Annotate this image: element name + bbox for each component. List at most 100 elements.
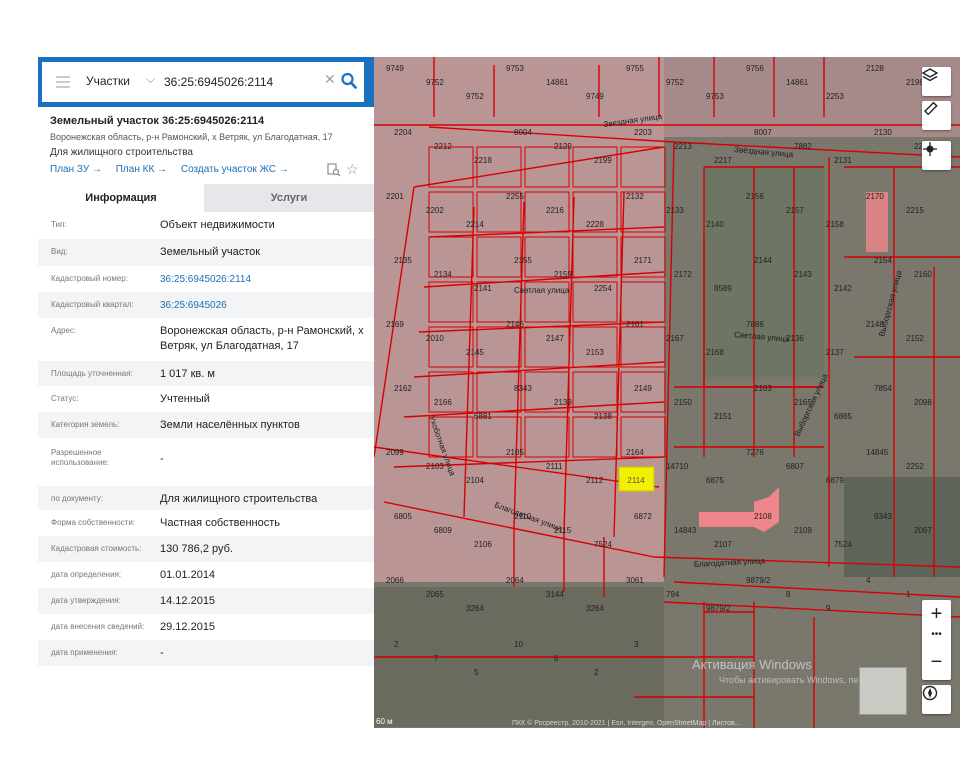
parcel-number-label: 2252 bbox=[906, 462, 924, 471]
parcel-number-label: 2144 bbox=[754, 256, 772, 265]
parcel-number-label: 794 bbox=[666, 590, 680, 599]
plan-kk-link[interactable]: План КК → bbox=[116, 164, 167, 175]
map-copyright: ПКК © Росреестр, 2010-2021 | Esri, Inter… bbox=[512, 720, 741, 727]
parcel-number-label: 2146 bbox=[506, 320, 524, 329]
star-icon[interactable]: ☆ bbox=[346, 161, 359, 178]
parcel-number-label: 2157 bbox=[786, 206, 804, 215]
ruler-icon[interactable] bbox=[922, 101, 951, 130]
info-row-value: Для жилищного строительства bbox=[160, 493, 318, 505]
parcel-number-label: 2155 bbox=[514, 256, 532, 265]
info-row: Категория земель: Земли населённых пункто… bbox=[38, 412, 374, 438]
parcel-number-label: 14861 bbox=[546, 78, 569, 87]
layer-select[interactable]: Участки bbox=[86, 74, 130, 88]
parcel-number-label: 2162 bbox=[394, 384, 412, 393]
search-icon[interactable] bbox=[341, 72, 357, 90]
parcel-number-label: 2214 bbox=[466, 220, 484, 229]
tab-bar: Информация Услуги bbox=[38, 184, 374, 212]
locate-icon[interactable] bbox=[922, 141, 951, 170]
parcel-number-label: 2154 bbox=[874, 256, 892, 265]
action-links: План ЗУ → План КК → Создать участок ЖС → bbox=[50, 164, 300, 175]
parcel-number-label: 9756 bbox=[746, 64, 764, 73]
parcel-number-label: 2106 bbox=[474, 540, 492, 549]
info-row-value[interactable]: 36:25:6945026 bbox=[160, 298, 370, 313]
tab-services[interactable]: Услуги bbox=[204, 184, 374, 212]
parcel-number-label: 2149 bbox=[634, 384, 652, 393]
info-row-label: Вид: bbox=[51, 247, 68, 256]
parcel-number-label: 2129 bbox=[554, 142, 572, 151]
parcel-number-label: 8589 bbox=[714, 284, 732, 293]
clear-icon[interactable]: ✕ bbox=[324, 71, 336, 88]
parcel-number-label: 2218 bbox=[474, 156, 492, 165]
info-row-label: дата определения: bbox=[51, 570, 122, 579]
parcel-number-label: 9749 bbox=[586, 92, 604, 101]
parcel-number-label: 2143 bbox=[794, 270, 812, 279]
zoom-out-icon[interactable]: − bbox=[922, 646, 951, 680]
selected-parcel-label: 2114 bbox=[627, 476, 645, 485]
parcel-number-label: 2203 bbox=[634, 128, 652, 137]
zoom-in-icon[interactable]: + bbox=[922, 600, 951, 630]
create-parcel-link[interactable]: Создать участок ЖС → bbox=[181, 164, 289, 175]
plan-zu-link[interactable]: План ЗУ → bbox=[50, 164, 102, 175]
info-row-value[interactable]: 36:25:6945026:2114 bbox=[160, 272, 370, 287]
parcel-address: Воронежская область, р-н Рамонский, х Ве… bbox=[50, 132, 333, 142]
parcel-title: Земельный участок 36:25:6945026:2114 bbox=[50, 115, 265, 127]
info-row-value: Земли населённых пунктов bbox=[160, 419, 300, 431]
parcel-number-label: 2105 bbox=[506, 448, 524, 457]
parcel-number-label: 2255 bbox=[506, 192, 524, 201]
compass-icon[interactable] bbox=[922, 685, 951, 714]
cadastral-map[interactable]: 2114 9749 9752 9752 9753 14861 9749 9755 9752 975… bbox=[374, 57, 960, 728]
parcel-number-label: 10 bbox=[514, 640, 523, 649]
document-search-icon[interactable] bbox=[327, 163, 341, 177]
parcel-number-label: 2204 bbox=[394, 128, 412, 137]
parcel-number-label: 2159 bbox=[554, 270, 572, 279]
parcel-number-label: 2151 bbox=[714, 412, 732, 421]
zoom-control: + ••• − bbox=[922, 600, 951, 680]
parcel-number-label: 2254 bbox=[594, 284, 612, 293]
info-row-value: 01.01.2014 bbox=[160, 569, 216, 581]
parcel-number-label: 9749 bbox=[386, 64, 404, 73]
parcel-number-label: 2164 bbox=[626, 448, 644, 457]
layers-icon[interactable] bbox=[922, 67, 951, 96]
info-row-label: Адрес: bbox=[51, 326, 77, 335]
info-row-value: Воронежская область, р-н Рамонский, х Ве… bbox=[160, 325, 364, 352]
parcel-number-label: 3 bbox=[634, 640, 639, 649]
parcel-number-label: 2133 bbox=[666, 206, 684, 215]
menu-icon[interactable] bbox=[56, 76, 70, 88]
parcel-purpose: Для жилищного строительства bbox=[50, 147, 193, 158]
parcel-number-label: 5 bbox=[474, 668, 479, 677]
parcel-number-label: 2161 bbox=[626, 320, 644, 329]
parcel-number-label: 2199 bbox=[594, 156, 612, 165]
parcel-number-label: 2228 bbox=[586, 220, 604, 229]
parcel-number-label: 2163 bbox=[754, 384, 772, 393]
parcel-number-label: 2131 bbox=[834, 156, 852, 165]
info-row: Форма собственности: Частная собственност… bbox=[38, 510, 374, 536]
app-root: Участки ⌵ ✕ Земельный участок 36:25:6945… bbox=[0, 0, 960, 768]
info-row: дата определения: 01.01.2014 bbox=[38, 562, 374, 588]
info-row: по документу: Для жилищного строительства bbox=[38, 486, 374, 510]
minimap[interactable] bbox=[859, 667, 907, 715]
parcel-number-label: 2170 bbox=[866, 192, 884, 201]
parcel-number-label: 2158 bbox=[826, 220, 844, 229]
parcel-number-label: 7 bbox=[434, 654, 439, 663]
parcel-number-label: 9753 bbox=[506, 64, 524, 73]
parcel-number-label: 14843 bbox=[674, 526, 697, 535]
info-row-value: Объект недвижимости bbox=[160, 219, 275, 231]
info-row: Кадастровая стоимость: 130 786,2 руб. bbox=[38, 536, 374, 562]
parcel-number-label: 2099 bbox=[386, 448, 404, 457]
parcel-number-label: 14710 bbox=[666, 462, 689, 471]
parcel-number-label: 2213 bbox=[674, 142, 692, 151]
parcel-number-label: 2065 bbox=[426, 590, 444, 599]
parcel-number-label: 4 bbox=[866, 576, 871, 585]
search-input[interactable] bbox=[164, 71, 319, 93]
parcel-number-label: 2217 bbox=[714, 156, 732, 165]
parcel-number-label: 2171 bbox=[634, 256, 652, 265]
search-bar: Участки ⌵ ✕ bbox=[38, 57, 374, 107]
parcel-number-label: 2156 bbox=[746, 192, 764, 201]
info-row: дата утверждения: 14.12.2015 bbox=[38, 588, 374, 614]
parcel-number-label: 3264 bbox=[466, 604, 484, 613]
info-row: Вид: Земельный участок bbox=[38, 239, 374, 266]
tab-information[interactable]: Информация bbox=[38, 184, 204, 212]
info-row-label: по документу: bbox=[51, 494, 103, 503]
chevron-down-icon[interactable]: ⌵ bbox=[146, 72, 155, 87]
forest-patch bbox=[844, 477, 960, 577]
